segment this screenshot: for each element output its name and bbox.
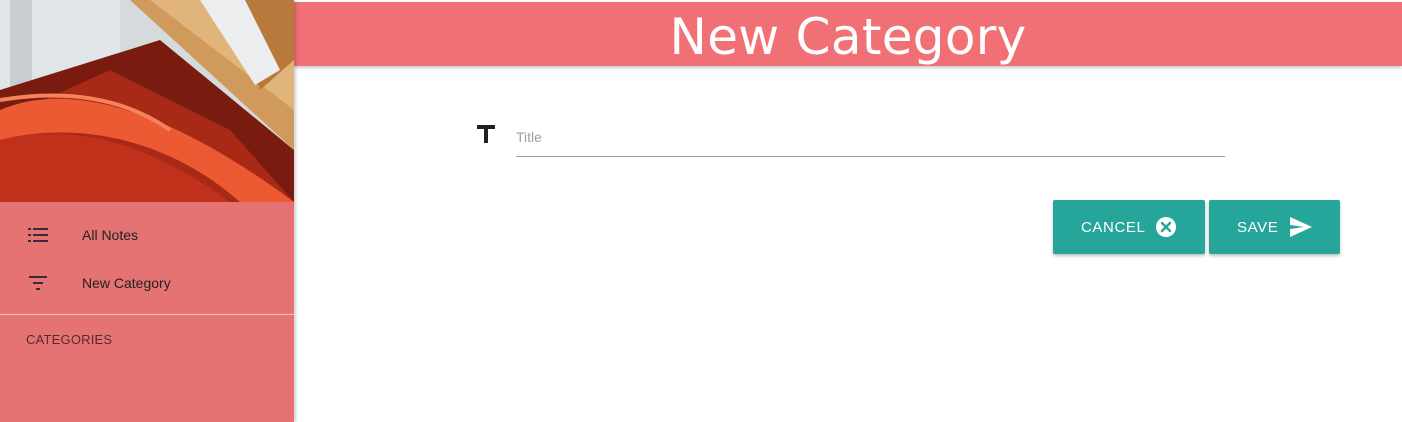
sidebar-item-label: New Category xyxy=(82,275,171,291)
cancel-button[interactable]: CANCEL xyxy=(1053,200,1205,254)
sidebar-divider xyxy=(0,314,294,315)
send-icon xyxy=(1289,215,1313,239)
cancel-circle-icon xyxy=(1154,215,1178,239)
list-icon xyxy=(26,223,50,247)
save-button-label: SAVE xyxy=(1237,218,1279,236)
cancel-button-label: CANCEL xyxy=(1081,218,1146,236)
categories-section-header: CATEGORIES xyxy=(26,332,113,347)
save-button[interactable]: SAVE xyxy=(1209,200,1340,254)
sidebar-item-label: All Notes xyxy=(82,227,139,243)
text-title-icon xyxy=(474,122,498,146)
app: All Notes New Category CATEGORIES New Ca… xyxy=(0,0,1402,422)
sidebar-header-image xyxy=(0,0,294,202)
page-title: New Category xyxy=(669,8,1027,66)
sidebar-item-new-category[interactable]: New Category xyxy=(0,259,294,307)
sidebar: All Notes New Category CATEGORIES xyxy=(0,0,294,422)
filter-icon xyxy=(26,271,50,295)
top-app-bar: New Category xyxy=(294,2,1402,66)
header-photo xyxy=(0,0,294,202)
sidebar-item-all-notes[interactable]: All Notes xyxy=(0,211,294,259)
title-input[interactable] xyxy=(516,118,1225,157)
